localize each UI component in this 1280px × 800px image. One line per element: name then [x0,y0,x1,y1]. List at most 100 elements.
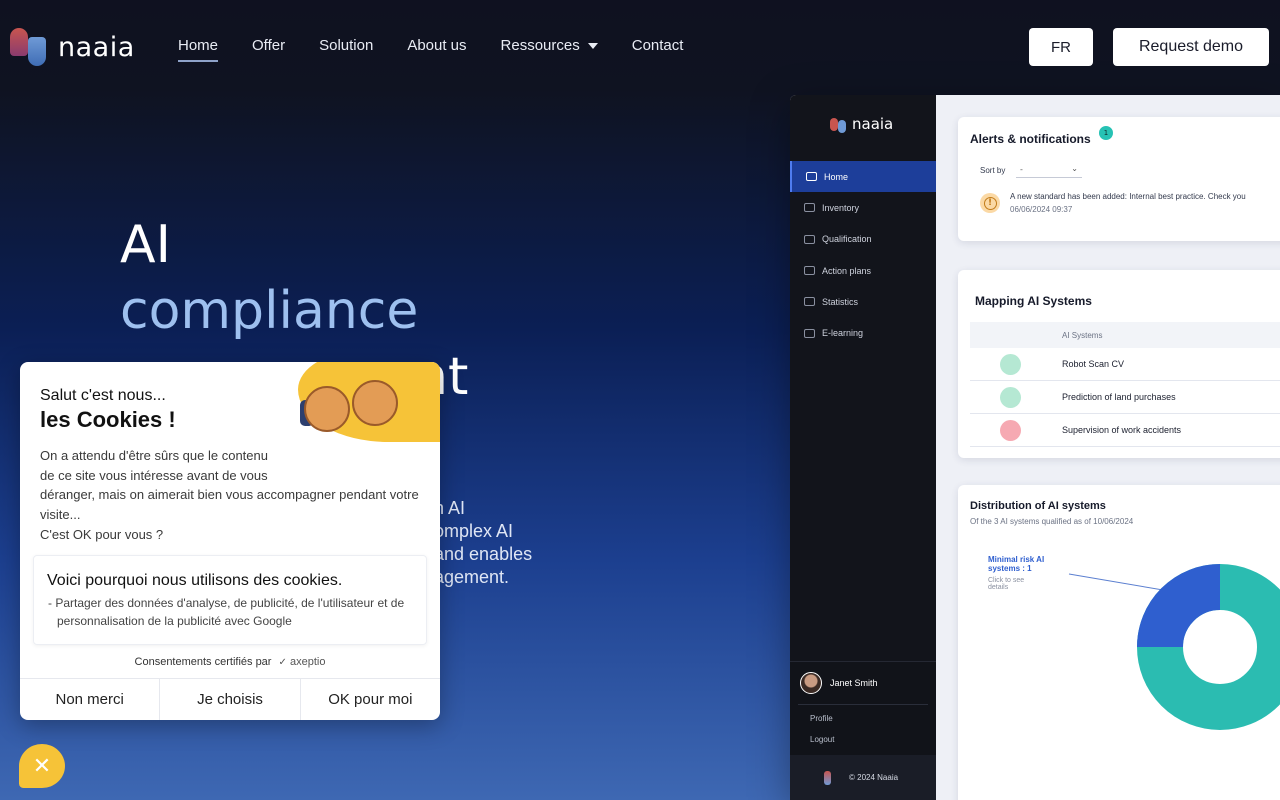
table-row: Prediction of land purchases [970,381,1280,414]
graduation-cap-icon [804,328,815,338]
cookie-body-line: de ce site vous intéresse avant de vous [40,467,268,483]
eye-icon [804,203,815,213]
axeptio-logo[interactable]: ✓ axeptio [279,656,326,668]
table-row: Robot Scan CV [970,348,1280,381]
choose-cookies-button[interactable]: Je choisis [160,679,301,720]
copyright: © 2024 Naaia [849,773,899,782]
table-row: Supervision of work accidents [970,414,1280,447]
close-icon: ✕ [32,753,52,779]
logo-mark-icon [10,28,48,66]
dash-menu-label: Statistics [822,296,859,307]
home-icon [806,172,817,182]
cookie-title: les Cookies ! [40,407,176,432]
hero-title-line-2: compliance [120,281,419,341]
donut-segment-blue [1137,564,1222,649]
dash-menu-qualification: Qualification [790,224,936,255]
hero-title-line-1: AI [120,215,171,275]
cookie-character-icon [352,380,398,426]
mapping-title: Mapping AI Systems [975,294,1092,308]
nav-ressources-label: Ressources [500,37,580,54]
distribution-card: Distribution of AI systems Of the 3 AI s… [958,485,1280,800]
dashboard-menu: Home Inventory Qualification Action plan… [790,161,936,349]
mapping-column-label: AI Systems [1062,331,1103,340]
logout-link: Logout [810,735,835,744]
cookie-greeting: Salut c'est nous... [40,387,166,404]
checkmark-icon: ✓ [278,657,287,668]
notification-badge: 1 [1099,126,1113,140]
nav-about-us[interactable]: About us [407,37,466,62]
status-dot [1000,420,1021,441]
folder-icon [804,266,815,276]
alert-message: A new standard has been added: Internal … [1010,192,1246,201]
close-cookie-widget-button[interactable]: ✕ [19,744,65,788]
dash-menu-inventory: Inventory [790,192,936,223]
dash-menu-elearning: E-learning [790,317,936,348]
certified-label: Consentements certifiés par [134,656,272,668]
mapping-table-header: AI Systems [970,322,1280,348]
cookie-character-icon [304,386,350,432]
dash-menu-label: Action plans [822,265,872,276]
cookie-body-line: C'est OK pour vous ? [40,526,164,542]
chevron-down-icon: ⌄ [1071,164,1078,173]
brand-name: naaia [58,31,135,63]
dashboard-footer: © 2024 Naaia [790,755,936,800]
dash-menu-statistics: Statistics [790,286,936,317]
cookie-body-line: On a attendu d'être sûrs que le contenu [40,448,268,463]
system-name: Prediction of land purchases [1062,392,1176,402]
caret-down-icon [587,42,598,49]
brand-logo[interactable]: naaia [10,28,135,66]
donut-chart [1068,564,1280,730]
chart-icon [804,297,815,307]
accept-cookies-button[interactable]: OK pour moi [301,679,440,720]
language-button[interactable]: FR [1029,28,1093,66]
main-nav: Home Offer Solution About us Ressources … [178,37,717,62]
profile-link: Profile [810,714,833,723]
system-name: Robot Scan CV [1062,359,1125,369]
nav-contact[interactable]: Contact [632,37,684,62]
dash-menu-home: Home [790,161,936,193]
status-dot [1000,387,1021,408]
dash-menu-label: Qualification [822,234,872,245]
dashboard-sidebar: naaia Home Inventory Qualification Actio… [790,95,936,800]
legend-leader-line [1068,573,1164,591]
cookie-purpose-box: Voici pourquoi nous utilisons des cookie… [33,555,427,645]
warning-icon [980,193,1000,213]
alert-date: 06/06/2024 09:37 [1010,205,1073,214]
dashboard-user-panel: Janet Smith Profile Logout [790,661,936,755]
dash-menu-label: Inventory [822,202,860,213]
nav-ressources[interactable]: Ressources [501,37,598,62]
user-name: Janet Smith [830,678,878,688]
dashboard-brand: naaia [852,115,894,133]
site-header: naaia Home Offer Solution About us Resso… [0,0,1280,94]
nav-solution[interactable]: Solution [319,37,373,62]
book-icon [804,234,815,244]
alerts-title: Alerts & notifications [970,132,1091,146]
dash-menu-label: Home [824,171,849,182]
request-demo-button[interactable]: Request demo [1113,28,1269,66]
cookie-purpose-title: Voici pourquoi nous utilisons des cookie… [47,572,343,589]
dash-menu-action-plans: Action plans [790,255,936,286]
sort-label: Sort by [980,166,1006,175]
nav-offer[interactable]: Offer [252,37,285,62]
nav-home[interactable]: Home [178,37,219,62]
cookie-body-line: déranger, mais on aimerait bien vous acc… [40,487,419,523]
system-name: Supervision of work accidents [1062,425,1182,435]
dashboard-preview: naaia Home Inventory Qualification Actio… [790,95,1280,800]
cookie-certification: Consentements certifiés par ✓ axeptio [20,656,440,668]
sort-value: - [1020,165,1023,174]
cookie-illustration [286,362,440,456]
dashboard-logo: naaia [830,115,893,133]
alerts-card: Alerts & notifications 1 Sort by - ⌄ A n… [958,117,1280,241]
axeptio-brand: axeptio [289,656,326,668]
logo-mark-icon [824,770,831,785]
status-dot [1000,354,1021,375]
avatar [800,672,822,694]
cookie-body: On a attendu d'être sûrs que le contenu … [40,446,430,545]
refuse-cookies-button[interactable]: Non merci [20,679,161,720]
sort-select: - ⌄ [1016,164,1082,178]
cookie-actions: Non merci Je choisis OK pour moi [20,678,440,720]
dash-menu-label: E-learning [822,328,864,339]
mapping-card: Mapping AI Systems AI Systems Robot Scan… [958,270,1280,458]
cookie-purpose-text: - Partager des données d'analyse, de pub… [48,596,405,628]
cookie-consent-dialog: Salut c'est nous... les Cookies ! On a a… [20,362,440,720]
